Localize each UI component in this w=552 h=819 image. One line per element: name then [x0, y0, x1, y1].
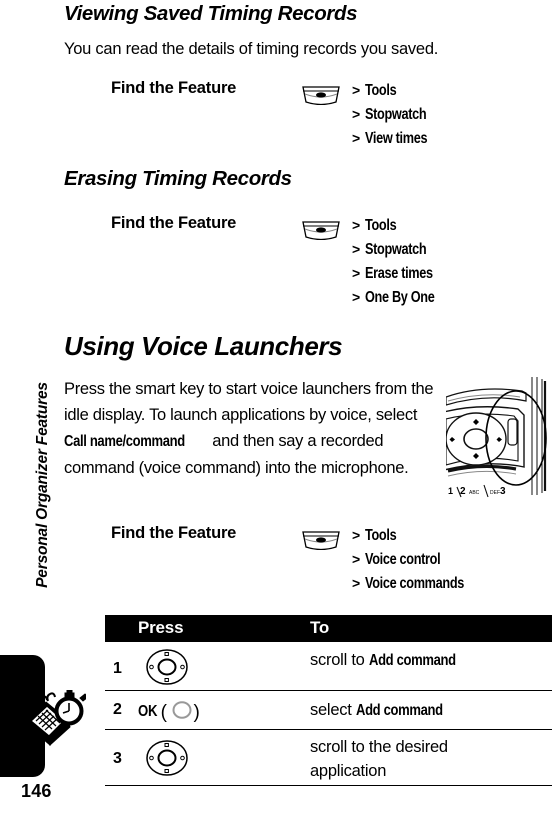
- paragraph-emphasis: Call name/command: [64, 433, 185, 450]
- select-key-control[interactable]: OK( ): [138, 700, 200, 725]
- menu-path-item: > One By One: [352, 289, 542, 313]
- path-separator: >: [352, 82, 361, 98]
- menu-path-item: > Tools: [352, 82, 542, 106]
- find-the-feature-path-2: > Tools > Stopwatch > Erase times > One By O…: [352, 217, 542, 313]
- table-row: 2 OK( ) select Add command: [105, 691, 552, 730]
- step-number: 2: [113, 701, 122, 718]
- find-the-feature-label-2: Find the Feature: [111, 214, 237, 232]
- section-heading-erasing: Erasing Timing Records: [64, 167, 292, 190]
- svg-text:3: 3: [500, 486, 506, 497]
- instruction-line-2: application: [310, 762, 387, 780]
- menu-path-item: > View times: [352, 130, 542, 154]
- menu-path-item: > Stopwatch: [352, 241, 542, 265]
- path-separator: >: [352, 241, 361, 257]
- instruction-emphasis: Add command: [368, 652, 456, 669]
- instruction-line-1: scroll to the desired: [310, 738, 448, 756]
- step-instruction: scroll to Add command: [310, 648, 472, 673]
- phone-smart-key-illustration: 1 2 ABC DEF 3: [439, 375, 550, 503]
- section-heading-voice-launchers: Using Voice Launchers: [64, 331, 343, 361]
- running-head: Personal Organizer Features: [34, 382, 51, 588]
- menu-item-label: View times: [365, 130, 428, 147]
- nav-key-icon[interactable]: [145, 648, 189, 691]
- svg-text:1: 1: [448, 486, 453, 496]
- menu-key-icon: [300, 219, 342, 241]
- menu-item-label: Voice commands: [365, 575, 465, 592]
- menu-path-item: > Erase times: [352, 265, 542, 289]
- menu-item-label: Tools: [365, 217, 397, 234]
- instruction-text: scroll to: [310, 651, 369, 669]
- manual-page: Personal Organizer Features 146 Viewing …: [0, 0, 552, 819]
- organizer-stopwatch-icon: [24, 689, 89, 748]
- menu-item-label: Tools: [365, 82, 397, 99]
- table-row: 3 scroll to the desired application: [105, 730, 552, 786]
- path-separator: >: [352, 130, 361, 146]
- column-header-to: To: [310, 618, 330, 637]
- select-key-icon[interactable]: [171, 700, 193, 725]
- menu-item-label: One By One: [365, 289, 435, 306]
- section-body-voice-launchers: Press the smart key to start voice launc…: [64, 376, 439, 481]
- section-heading-viewing: Viewing Saved Timing Records: [64, 2, 358, 25]
- menu-path-item: > Stopwatch: [352, 106, 542, 130]
- find-the-feature-label-1: Find the Feature: [111, 79, 237, 97]
- svg-text:DEF: DEF: [490, 490, 500, 496]
- step-instruction: scroll to the desired application: [310, 735, 448, 783]
- menu-item-label: Stopwatch: [365, 241, 427, 258]
- path-separator: >: [352, 575, 361, 591]
- table-header-row: Press To: [105, 615, 552, 642]
- page-number: 146: [21, 781, 52, 801]
- ok-label: OK: [138, 703, 158, 720]
- path-separator: >: [352, 289, 361, 305]
- path-separator: >: [352, 106, 361, 122]
- path-separator: >: [352, 527, 361, 543]
- paragraph-part-1: Press the smart key to start voice launc…: [64, 380, 434, 424]
- column-header-press: Press: [138, 618, 184, 637]
- menu-path-item: > Voice commands: [352, 575, 542, 599]
- svg-text:ABC: ABC: [469, 490, 480, 496]
- steps-table: Press To 1 scroll to Add command 2 OK (…: [105, 615, 552, 786]
- menu-path-item: > Voice control: [352, 551, 542, 575]
- section-body-viewing: You can read the details of timing recor…: [64, 40, 439, 58]
- menu-key-icon: [300, 529, 342, 551]
- path-separator: >: [352, 217, 361, 233]
- step-number: 3: [113, 750, 122, 767]
- find-the-feature-label-3: Find the Feature: [111, 524, 237, 542]
- path-separator: >: [352, 551, 361, 567]
- menu-item-label: Erase times: [365, 265, 433, 282]
- menu-item-label: Tools: [365, 527, 397, 544]
- instruction-emphasis: Add command: [355, 702, 443, 719]
- menu-item-label: Voice control: [365, 551, 441, 568]
- paren-open: (: [160, 702, 167, 723]
- menu-key-icon: [300, 84, 342, 106]
- instruction-text: select: [310, 701, 356, 719]
- find-the-feature-path-3: > Tools > Voice control > Voice commands: [352, 527, 542, 599]
- paren-close: ): [193, 702, 200, 723]
- find-the-feature-path-1: > Tools > Stopwatch > View times: [352, 82, 542, 154]
- menu-path-item: > Tools: [352, 527, 542, 551]
- menu-item-label: Stopwatch: [365, 106, 427, 123]
- table-row: 1 scroll to Add command: [105, 642, 552, 691]
- step-number: 1: [113, 660, 122, 677]
- nav-key-icon[interactable]: [145, 739, 189, 782]
- step-instruction: select Add command: [310, 698, 459, 723]
- menu-path-item: > Tools: [352, 217, 542, 241]
- path-separator: >: [352, 265, 361, 281]
